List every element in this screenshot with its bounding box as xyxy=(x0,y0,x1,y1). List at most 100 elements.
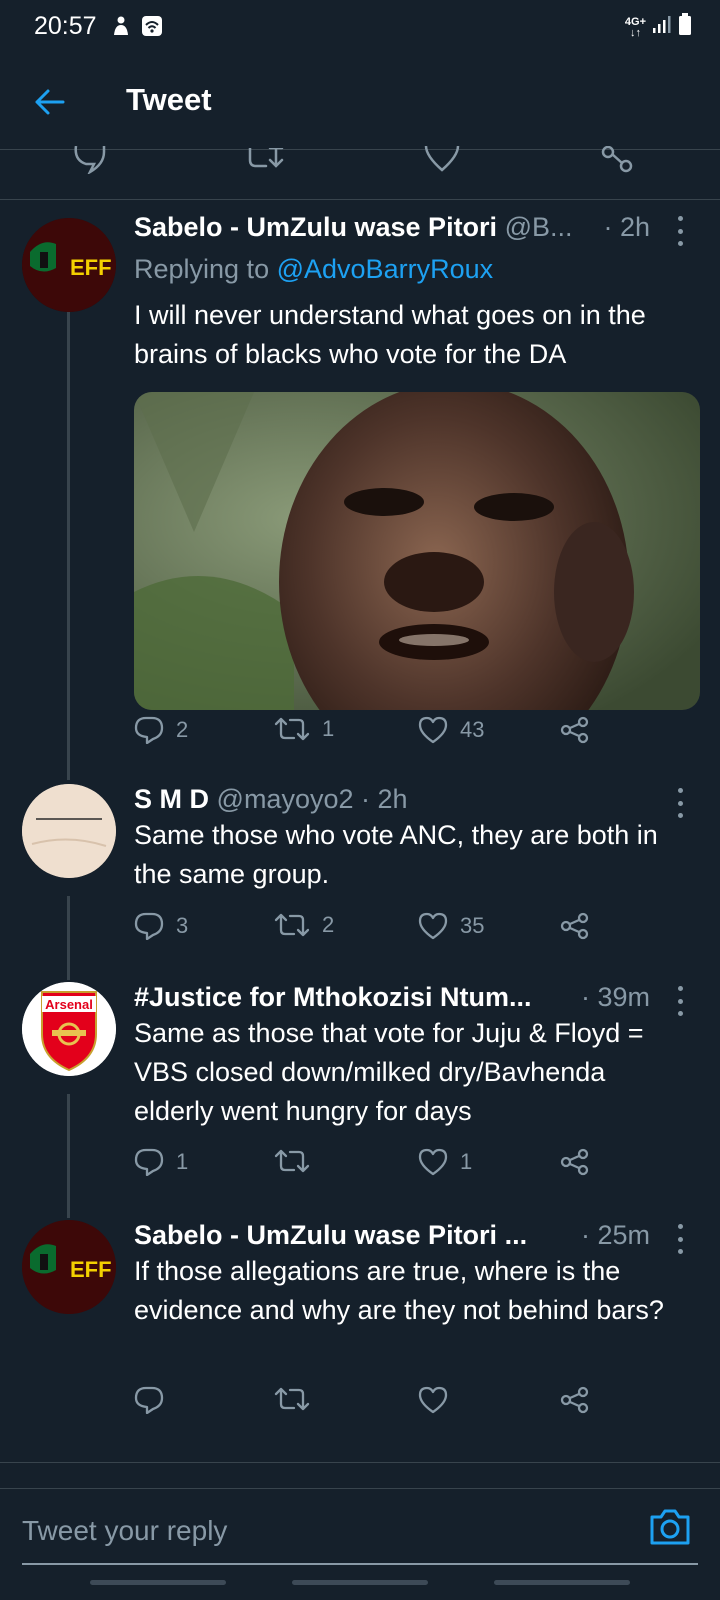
retweet-icon xyxy=(274,717,310,741)
author-handle: @mayoyo2 xyxy=(216,784,354,814)
gif-image xyxy=(134,392,700,710)
avatar[interactable]: EFF xyxy=(22,1220,116,1314)
more-icon[interactable] xyxy=(670,788,690,818)
status-bar: 20:57 4G+ ↓↑ xyxy=(0,0,720,52)
retweet-button[interactable] xyxy=(274,1386,322,1412)
tweet-time: · 25m xyxy=(580,1220,650,1250)
share-button[interactable] xyxy=(560,912,590,940)
reply-button[interactable]: 1 xyxy=(134,1148,188,1176)
retweet-icon[interactable] xyxy=(246,146,286,177)
back-button[interactable] xyxy=(30,82,70,122)
like-button[interactable] xyxy=(418,1386,460,1414)
retweet-count: 1 xyxy=(322,716,335,741)
system-nav-bar xyxy=(0,1580,720,1586)
share-icon xyxy=(560,716,589,744)
tweet-text: I will never understand what goes on in … xyxy=(134,300,646,369)
reply-button[interactable]: 3 xyxy=(134,912,188,940)
tweet-time: · 2h xyxy=(603,212,650,242)
retweet-icon xyxy=(274,913,310,937)
avatar-image xyxy=(22,784,116,878)
svg-text:EFF: EFF xyxy=(70,1257,112,1282)
status-time: 20:57 xyxy=(34,11,97,40)
nav-back-button[interactable] xyxy=(494,1580,630,1585)
page-title: Tweet xyxy=(126,82,212,117)
tweet-time: · 2h xyxy=(361,784,408,814)
prev-tweet-actions xyxy=(0,145,720,200)
mention-link[interactable]: @AdvoBarryRoux xyxy=(277,254,494,284)
reply-icon xyxy=(134,1148,164,1176)
reply-count: 1 xyxy=(176,1149,189,1174)
tweet-actions: 1 1 xyxy=(134,1148,614,1188)
battery-icon xyxy=(678,12,692,43)
author-name[interactable]: Sabelo - UmZulu wase Pitori ... xyxy=(134,1220,527,1250)
author-name[interactable]: Sabelo - UmZulu wase Pitori xyxy=(134,212,497,242)
reply-icon xyxy=(134,716,164,744)
retweet-button[interactable]: 1 xyxy=(274,716,334,742)
like-icon xyxy=(418,1148,448,1176)
camera-button[interactable] xyxy=(648,1507,692,1547)
thread-line xyxy=(67,310,70,780)
like-icon[interactable] xyxy=(424,145,460,179)
nav-recent-button[interactable] xyxy=(90,1580,226,1585)
share-button[interactable] xyxy=(560,1386,590,1414)
reply-icon[interactable] xyxy=(72,145,108,179)
like-icon xyxy=(418,716,448,744)
tweet-actions: 3 2 35 xyxy=(134,912,614,952)
more-icon[interactable] xyxy=(670,216,690,246)
share-icon[interactable] xyxy=(600,145,634,179)
like-button[interactable]: 1 xyxy=(418,1148,472,1176)
avatar[interactable] xyxy=(22,784,116,878)
svg-text:EFF: EFF xyxy=(70,255,112,280)
app-header: Tweet xyxy=(0,52,720,150)
reply-button[interactable] xyxy=(134,1386,176,1414)
like-icon xyxy=(418,1386,448,1414)
retweet-button[interactable]: 2 xyxy=(274,912,334,938)
reply-icon xyxy=(134,912,164,940)
like-count: 35 xyxy=(460,913,485,938)
like-button[interactable]: 43 xyxy=(418,716,484,744)
more-icon[interactable] xyxy=(670,986,690,1016)
like-button[interactable]: 35 xyxy=(418,912,484,940)
more-icon[interactable] xyxy=(670,1224,690,1254)
avatar[interactable]: EFF xyxy=(22,218,116,312)
network-indicator: 4G+ ↓↑ xyxy=(624,15,646,39)
reply-bar xyxy=(0,1488,720,1600)
reply-input[interactable] xyxy=(22,1489,582,1573)
eff-logo-icon: EFF xyxy=(22,218,116,312)
thread-line xyxy=(67,896,70,980)
reply-underline xyxy=(22,1563,698,1565)
tweet-text: If those allegations are true, where is … xyxy=(134,1256,664,1325)
like-icon xyxy=(418,912,448,940)
retweet-count: 2 xyxy=(322,912,335,937)
like-count: 1 xyxy=(460,1149,473,1174)
reply-count: 3 xyxy=(176,913,189,938)
tweet-text: Same those who vote ANC, they are both i… xyxy=(134,820,658,889)
avatar[interactable]: Arsenal xyxy=(22,982,116,1076)
replying-to: Replying to @AdvoBarryRoux xyxy=(134,254,493,285)
reply-icon xyxy=(134,1386,164,1414)
author-name[interactable]: #Justice for Mthokozisi Ntum... xyxy=(134,982,532,1012)
reply-count: 2 xyxy=(176,717,189,742)
retweet-button[interactable] xyxy=(274,1148,322,1174)
author-name[interactable]: S M D xyxy=(134,784,209,814)
replying-label: Replying to xyxy=(134,254,270,284)
share-button[interactable] xyxy=(560,716,590,744)
tweet-time: · 39m xyxy=(580,982,650,1012)
camera-icon xyxy=(650,1509,690,1545)
nav-home-button[interactable] xyxy=(292,1580,428,1585)
reply-button[interactable]: 2 xyxy=(134,716,188,744)
eff-logo-icon: EFF xyxy=(22,1220,116,1314)
back-arrow-icon xyxy=(35,89,65,115)
share-icon xyxy=(560,1386,589,1414)
notification-icon xyxy=(111,15,131,37)
share-button[interactable] xyxy=(560,1148,590,1176)
tweet-header: Sabelo - UmZulu wase Pitori @B... · 2h xyxy=(134,212,690,252)
share-icon xyxy=(560,912,589,940)
like-count: 43 xyxy=(460,717,485,742)
tweet-text: Same as those that vote for Juju & Floyd… xyxy=(134,1018,644,1126)
tweet-actions xyxy=(134,1386,614,1426)
arsenal-logo-icon: Arsenal xyxy=(22,982,116,1076)
tweet-media[interactable] xyxy=(134,392,700,710)
wifi-icon xyxy=(141,15,163,37)
retweet-icon xyxy=(274,1149,310,1173)
